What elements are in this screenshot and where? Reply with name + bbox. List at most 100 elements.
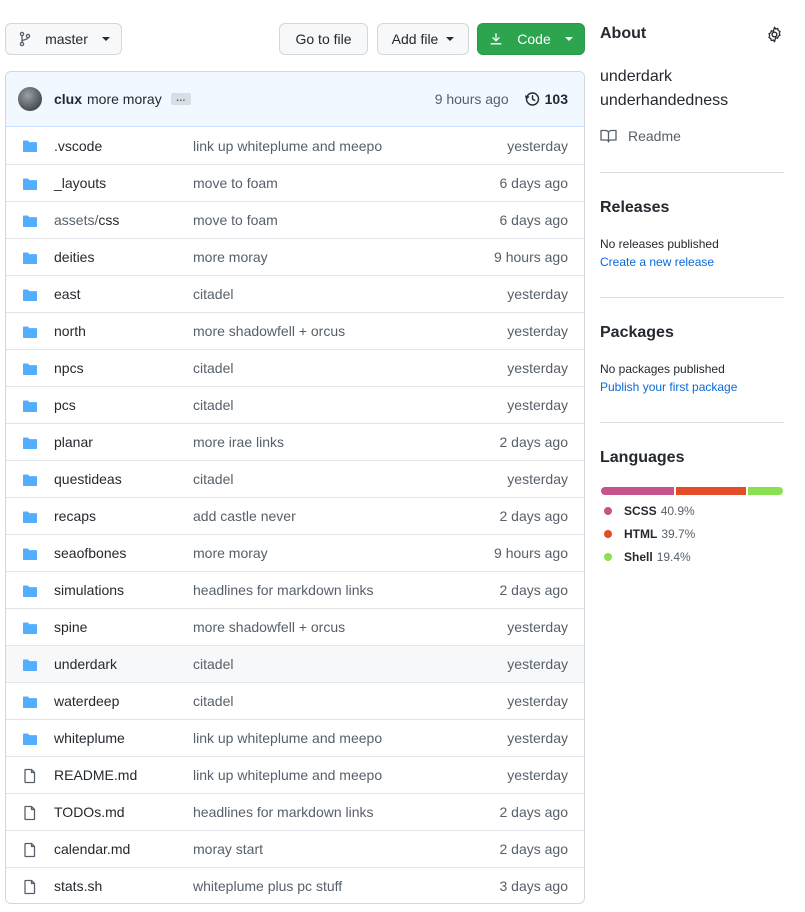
folder-icon bbox=[22, 509, 38, 525]
releases-status: No releases published bbox=[600, 237, 719, 251]
file-name-link[interactable]: spine bbox=[54, 619, 87, 635]
file-name-link[interactable]: pcs bbox=[54, 397, 76, 413]
commit-message-link[interactable]: more shadowfell + orcus bbox=[193, 619, 345, 635]
file-row[interactable]: README.md link up whiteplume and meepo yes… bbox=[6, 756, 584, 793]
commit-message-link[interactable]: citadel bbox=[193, 471, 233, 487]
publish-package-link[interactable]: Publish your first package bbox=[600, 380, 784, 394]
file-row[interactable]: _layouts move to foam 6 days ago bbox=[6, 164, 584, 201]
releases-heading[interactable]: Releases bbox=[600, 199, 784, 217]
language-bar-segment[interactable] bbox=[601, 487, 674, 495]
file-row[interactable]: spine more shadowfell + orcus yesterday bbox=[6, 608, 584, 645]
file-row[interactable]: planar more irae links 2 days ago bbox=[6, 423, 584, 460]
file-name-link[interactable]: seaofbones bbox=[54, 545, 126, 561]
file-row[interactable]: npcs citadel yesterday bbox=[6, 349, 584, 386]
file-row[interactable]: underdark citadel yesterday bbox=[6, 645, 584, 682]
file-name-text: simulations bbox=[54, 582, 125, 598]
folder-icon bbox=[22, 250, 38, 266]
file-row[interactable]: waterdeep citadel yesterday bbox=[6, 682, 584, 719]
commit-message-link[interactable]: citadel bbox=[193, 286, 233, 302]
file-name-link[interactable]: simulations bbox=[54, 582, 124, 598]
commit-message-link[interactable]: citadel bbox=[193, 360, 233, 376]
commit-message-link[interactable]: citadel bbox=[193, 693, 233, 709]
commit-message-link[interactable]: link up whiteplume and meepo bbox=[193, 767, 382, 783]
file-name-link[interactable]: questideas bbox=[54, 471, 122, 487]
commit-age: yesterday bbox=[507, 619, 568, 635]
commit-message-link[interactable]: move to foam bbox=[193, 175, 278, 191]
commit-message-link[interactable]: headlines for markdown links bbox=[193, 804, 374, 820]
file-name-link[interactable]: deities bbox=[54, 249, 94, 265]
file-row[interactable]: .vscode link up whiteplume and meepo yeste… bbox=[6, 127, 584, 164]
file-row[interactable]: seaofbones more moray 9 hours ago bbox=[6, 534, 584, 571]
commit-message-link[interactable]: more irae links bbox=[193, 434, 284, 450]
commit-message-link[interactable]: link up whiteplume and meepo bbox=[193, 730, 382, 746]
commit-author[interactable]: clux bbox=[54, 91, 82, 107]
file-name-link[interactable]: TODOs.md bbox=[54, 804, 125, 820]
file-name-link[interactable]: .vscode bbox=[54, 138, 102, 154]
commit-message-link[interactable]: moray start bbox=[193, 841, 263, 857]
code-button[interactable]: Code bbox=[477, 23, 585, 55]
file-name-link[interactable]: calendar.md bbox=[54, 841, 130, 857]
commit-message-link[interactable]: move to foam bbox=[193, 212, 278, 228]
commit-message-link[interactable]: link up whiteplume and meepo bbox=[193, 138, 382, 154]
file-name-link[interactable]: recaps bbox=[54, 508, 96, 524]
commit-message-link[interactable]: add castle never bbox=[193, 508, 296, 524]
branch-select-button[interactable]: master bbox=[5, 23, 122, 55]
file-row[interactable]: TODOs.md headlines for markdown links 2 da… bbox=[6, 793, 584, 830]
file-row[interactable]: whiteplume link up whiteplume and meepo ye… bbox=[6, 719, 584, 756]
commit-message-link[interactable]: more moray bbox=[193, 545, 268, 561]
commit-age: yesterday bbox=[507, 323, 568, 339]
file-name-link[interactable]: east bbox=[54, 286, 80, 302]
file-name-link[interactable]: waterdeep bbox=[54, 693, 119, 709]
commit-message-link[interactable]: whiteplume plus pc stuff bbox=[193, 878, 342, 894]
history-icon bbox=[524, 92, 539, 106]
file-name-link[interactable]: npcs bbox=[54, 360, 84, 376]
file-row[interactable]: east citadel yesterday bbox=[6, 275, 584, 312]
language-bar-segment[interactable] bbox=[675, 487, 747, 495]
commit-expand-button[interactable]: … bbox=[170, 93, 191, 105]
file-row[interactable]: stats.sh whiteplume plus pc stuff 3 days a… bbox=[6, 867, 584, 903]
commit-age: yesterday bbox=[507, 360, 568, 376]
language-bar-segment[interactable] bbox=[748, 487, 783, 495]
chevron-down-icon bbox=[101, 37, 110, 41]
readme-link[interactable]: Readme bbox=[600, 128, 784, 144]
file-name-link[interactable]: README.md bbox=[54, 767, 137, 783]
file-row[interactable]: pcs citadel yesterday bbox=[6, 386, 584, 423]
add-file-button[interactable]: Add file bbox=[377, 23, 469, 55]
commit-message[interactable]: more moray bbox=[87, 91, 162, 107]
go-to-file-button[interactable]: Go to file bbox=[279, 23, 368, 55]
add-file-label: Add file bbox=[391, 31, 439, 47]
chevron-down-icon bbox=[446, 37, 455, 41]
file-row[interactable]: simulations headlines for markdown links 2… bbox=[6, 571, 584, 608]
file-row[interactable]: north more shadowfell + orcus yesterday bbox=[6, 312, 584, 349]
file-row[interactable]: recaps add castle never 2 days ago bbox=[6, 497, 584, 534]
file-name-link[interactable]: _layouts bbox=[54, 175, 106, 191]
language-item[interactable]: SCSS 40.9% bbox=[604, 504, 695, 518]
commit-message-link[interactable]: more shadowfell + orcus bbox=[193, 323, 345, 339]
commit-history-link[interactable]: 103 bbox=[524, 91, 568, 107]
commit-message-link[interactable]: headlines for markdown links bbox=[193, 582, 374, 598]
releases-section: Releases No releases published Create a … bbox=[600, 199, 784, 269]
file-row[interactable]: deities more moray 9 hours ago bbox=[6, 238, 584, 275]
commit-message-link[interactable]: citadel bbox=[193, 397, 233, 413]
file-name-text: stats.sh bbox=[54, 878, 103, 894]
file-name-link[interactable]: north bbox=[54, 323, 86, 339]
avatar[interactable] bbox=[18, 87, 42, 111]
file-row[interactable]: questideas citadel yesterday bbox=[6, 460, 584, 497]
divider bbox=[600, 172, 784, 173]
file-name-link[interactable]: planar bbox=[54, 434, 93, 450]
file-name-link[interactable]: whiteplume bbox=[54, 730, 125, 746]
file-row[interactable]: calendar.md moray start 2 days ago bbox=[6, 830, 584, 867]
commit-message-link[interactable]: citadel bbox=[193, 656, 233, 672]
language-item[interactable]: Shell 19.4% bbox=[604, 550, 691, 564]
create-release-link[interactable]: Create a new release bbox=[600, 255, 784, 269]
language-item[interactable]: HTML 39.7% bbox=[604, 527, 695, 541]
file-name-link[interactable]: assets/css bbox=[54, 212, 119, 228]
commit-message-link[interactable]: more moray bbox=[193, 249, 268, 265]
commit-time: 9 hours ago bbox=[434, 91, 509, 107]
packages-heading[interactable]: Packages bbox=[600, 324, 784, 342]
gear-icon[interactable] bbox=[766, 26, 783, 43]
file-row[interactable]: assets/css move to foam 6 days ago bbox=[6, 201, 584, 238]
file-name-link[interactable]: stats.sh bbox=[54, 878, 102, 894]
repo-description: underdark underhandedness bbox=[600, 65, 784, 113]
file-name-link[interactable]: underdark bbox=[54, 656, 117, 672]
